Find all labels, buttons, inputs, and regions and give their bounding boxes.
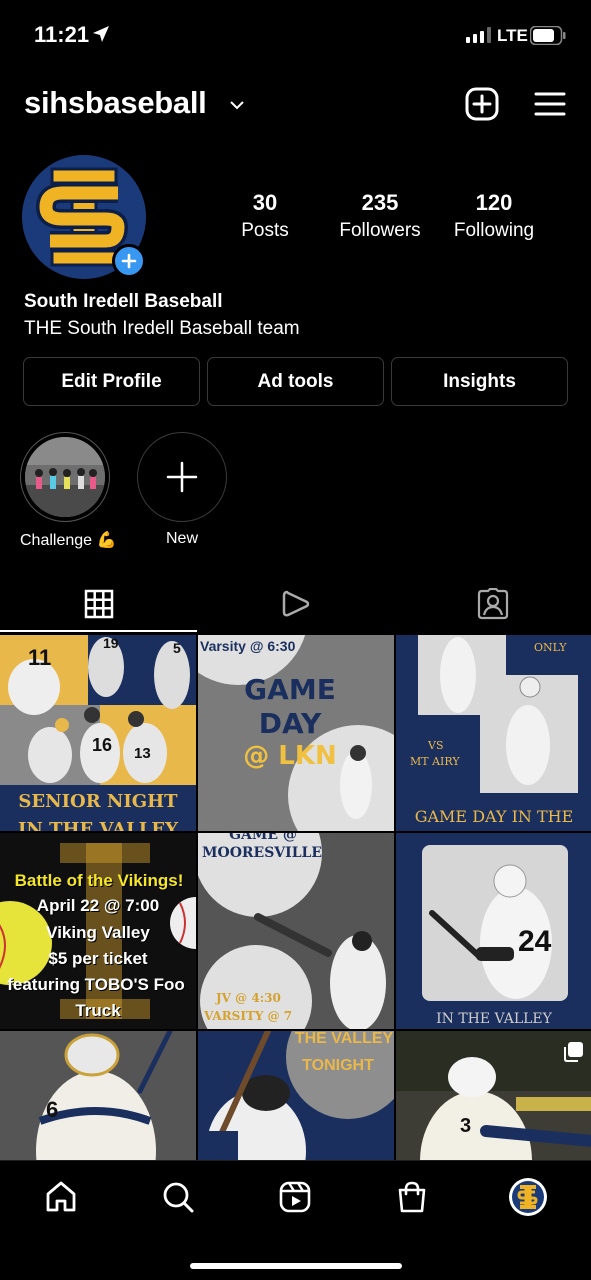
post-text: Varsity @ 6:30 [200,638,296,654]
post-title: DAY [258,707,322,740]
post-text: ONLY [534,641,567,654]
post-tile[interactable]: 3 [396,1031,591,1160]
highlight-challenge[interactable]: Challenge 💪 [20,432,117,550]
tab-reels[interactable] [197,576,394,632]
chevron-down-icon[interactable] [229,97,245,115]
post-caption: SENIOR NIGHT [18,791,178,812]
highlight-ring[interactable] [20,432,110,522]
grid-icon [84,589,113,619]
insights-button[interactable]: Insights [391,357,568,406]
battery-icon [529,25,566,46]
plus-icon [166,461,198,493]
status-time: 11:21 [34,22,90,47]
post-title: @ LKN [243,741,337,771]
post-text: THE VALLEY [294,1031,394,1047]
tab-tagged[interactable] [394,576,591,632]
posts-stat[interactable]: 30 Posts [230,190,300,242]
post-text: MOORESVILLE [202,845,323,861]
signal-icon [466,27,492,43]
nav-search[interactable] [158,1177,198,1217]
reels-icon [279,1181,311,1213]
profile-tabs [0,576,591,632]
nav-home[interactable] [41,1177,81,1217]
post-text: Battle of the Vikings! [14,871,184,890]
post-text: JV @ 4:30 [216,991,281,1005]
home-indicator [190,1263,402,1269]
post-text: $5 per ticket [48,949,148,968]
profile-header: sihsbaseball [0,80,591,130]
bottom-nav [0,1160,591,1280]
post-text: GAME @ [229,833,297,843]
nav-shop[interactable] [392,1177,432,1217]
shopping-bag-icon [398,1181,426,1213]
jersey-number: 5 [173,640,181,656]
status-bar: 11:21 LTE [0,0,591,70]
post-tile[interactable]: THE VALLEY TONIGHT [198,1031,394,1160]
post-text: Truck [75,1001,121,1020]
reels-play-icon [282,590,309,617]
jersey-number: 19 [103,635,119,651]
tab-grid[interactable] [0,576,197,632]
post-text: VS [428,739,444,752]
nav-reels[interactable] [275,1177,315,1217]
username-switcher[interactable]: sihsbaseball [24,85,207,121]
posts-label: Posts [241,220,289,241]
profile-avatar-wrap[interactable] [22,155,148,281]
post-text: April 22 @ 7:00 [36,896,160,915]
followers-count: 235 [361,190,399,215]
post-tile[interactable]: GAME @ MOORESVILLE JV @ 4:30 VARSITY @ 7 [198,833,394,1029]
post-grid: 11 19 5 16 13 SENIOR NIGHT IN THE VALLEY… [0,635,591,1160]
location-arrow-icon [92,25,110,48]
followers-stat[interactable]: 235 Followers [330,190,430,242]
active-tab-indicator [0,630,197,632]
post-caption: GAME DAY IN THE [414,807,574,826]
post-caption: IN THE VALLEY [436,1011,552,1027]
post-text: VARSITY @ 7 [204,1009,293,1023]
tagged-person-icon [477,588,508,620]
post-text: featuring TOBO'S Foo [7,975,185,994]
add-story-plus-icon[interactable] [112,244,146,278]
following-stat[interactable]: 120 Following [444,190,544,242]
post-tile[interactable]: 6 [0,1031,196,1160]
ad-tools-button[interactable]: Ad tools [207,357,384,406]
nav-profile[interactable] [508,1177,548,1217]
following-label: Following [453,220,535,241]
post-text: TONIGHT [302,1057,374,1074]
post-tile[interactable]: 11 19 5 16 13 SENIOR NIGHT IN THE VALLEY [0,635,196,831]
post-tile[interactable]: Varsity @ 6:30 GAME DAY @ LKN [198,635,394,831]
post-title: GAME [244,673,336,706]
new-highlight-ring[interactable] [137,432,227,522]
network-label: LTE [497,26,528,45]
hamburger-menu-icon[interactable] [534,90,566,123]
highlight-label: Challenge 💪 [20,532,117,549]
jersey-number: 11 [28,645,52,670]
post-tile[interactable]: Battle of the Vikings! April 22 @ 7:00 V… [0,833,196,1029]
jersey-number: 6 [46,1097,59,1122]
home-icon [46,1181,76,1212]
jersey-number: 13 [134,745,151,762]
plus-square-icon[interactable] [464,86,500,127]
profile-bio: THE South Iredell Baseball team [24,318,300,339]
jersey-number: 24 [518,925,552,958]
post-tile[interactable]: 24 IN THE VALLEY [396,833,591,1029]
highlight-new[interactable]: New [137,432,227,548]
highlight-label: New [165,530,198,547]
edit-profile-button[interactable]: Edit Profile [23,357,200,406]
following-count: 120 [475,190,513,215]
posts-count: 30 [252,190,278,215]
jersey-number: 3 [460,1115,472,1137]
followers-label: Followers [339,220,421,241]
post-text: Viking Valley [46,923,150,942]
jersey-number: 16 [92,735,113,755]
post-text: MT AIRY [410,755,460,768]
profile-avatar-icon [509,1178,547,1216]
multiple-photos-icon [562,1041,584,1063]
post-tile[interactable]: ONLY VS MT AIRY GAME DAY IN THE [396,635,591,831]
highlight-thumbnail [25,437,105,517]
post-caption: IN THE VALLEY [18,819,178,831]
search-icon [163,1182,194,1213]
profile-full-name: South Iredell Baseball [24,291,223,312]
